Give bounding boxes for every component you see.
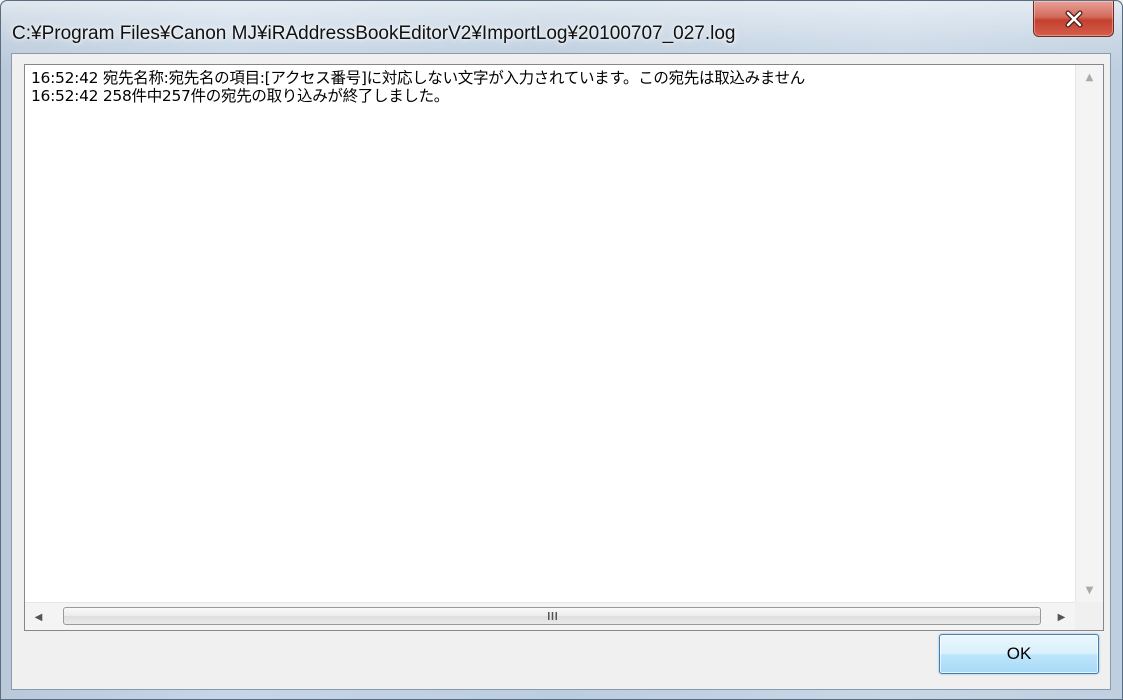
log-line: 16:52:42 宛先名称:宛先名の項目:[アクセス番号]に対応しない文字が入力… [31, 69, 805, 87]
scroll-grip-icon [547, 612, 557, 620]
log-dialog-window: C:¥Program Files¥Canon MJ¥iRAddressBookE… [0, 0, 1123, 700]
log-line: 16:52:42 258件中257件の宛先の取り込みが終了しました。 [31, 87, 450, 105]
close-icon [1065, 10, 1082, 27]
horizontal-scrollbar[interactable]: ◀ ▶ [25, 602, 1075, 630]
scroll-down-arrow-icon[interactable]: ▼ [1076, 578, 1103, 602]
scroll-right-arrow-icon[interactable]: ▶ [1048, 605, 1075, 629]
title-bar[interactable]: C:¥Program Files¥Canon MJ¥iRAddressBookE… [1, 1, 1122, 44]
vertical-scrollbar[interactable]: ▲ ▼ [1075, 65, 1103, 602]
log-content: 16:52:42 宛先名称:宛先名の項目:[アクセス番号]に対応しない文字が入力… [25, 65, 1075, 602]
window-title: C:¥Program Files¥Canon MJ¥iRAddressBookE… [12, 23, 736, 44]
scroll-up-arrow-icon[interactable]: ▲ [1076, 65, 1103, 89]
scrollbar-corner [1075, 602, 1103, 630]
close-button[interactable] [1033, 1, 1114, 37]
scroll-left-arrow-icon[interactable]: ◀ [25, 605, 52, 629]
log-text-area[interactable]: 16:52:42 宛先名称:宛先名の項目:[アクセス番号]に対応しない文字が入力… [24, 64, 1104, 631]
ok-button[interactable]: OK [939, 634, 1099, 674]
dialog-body: 16:52:42 宛先名称:宛先名の項目:[アクセス番号]に対応しない文字が入力… [11, 53, 1111, 690]
horizontal-scroll-thumb[interactable] [63, 607, 1041, 625]
